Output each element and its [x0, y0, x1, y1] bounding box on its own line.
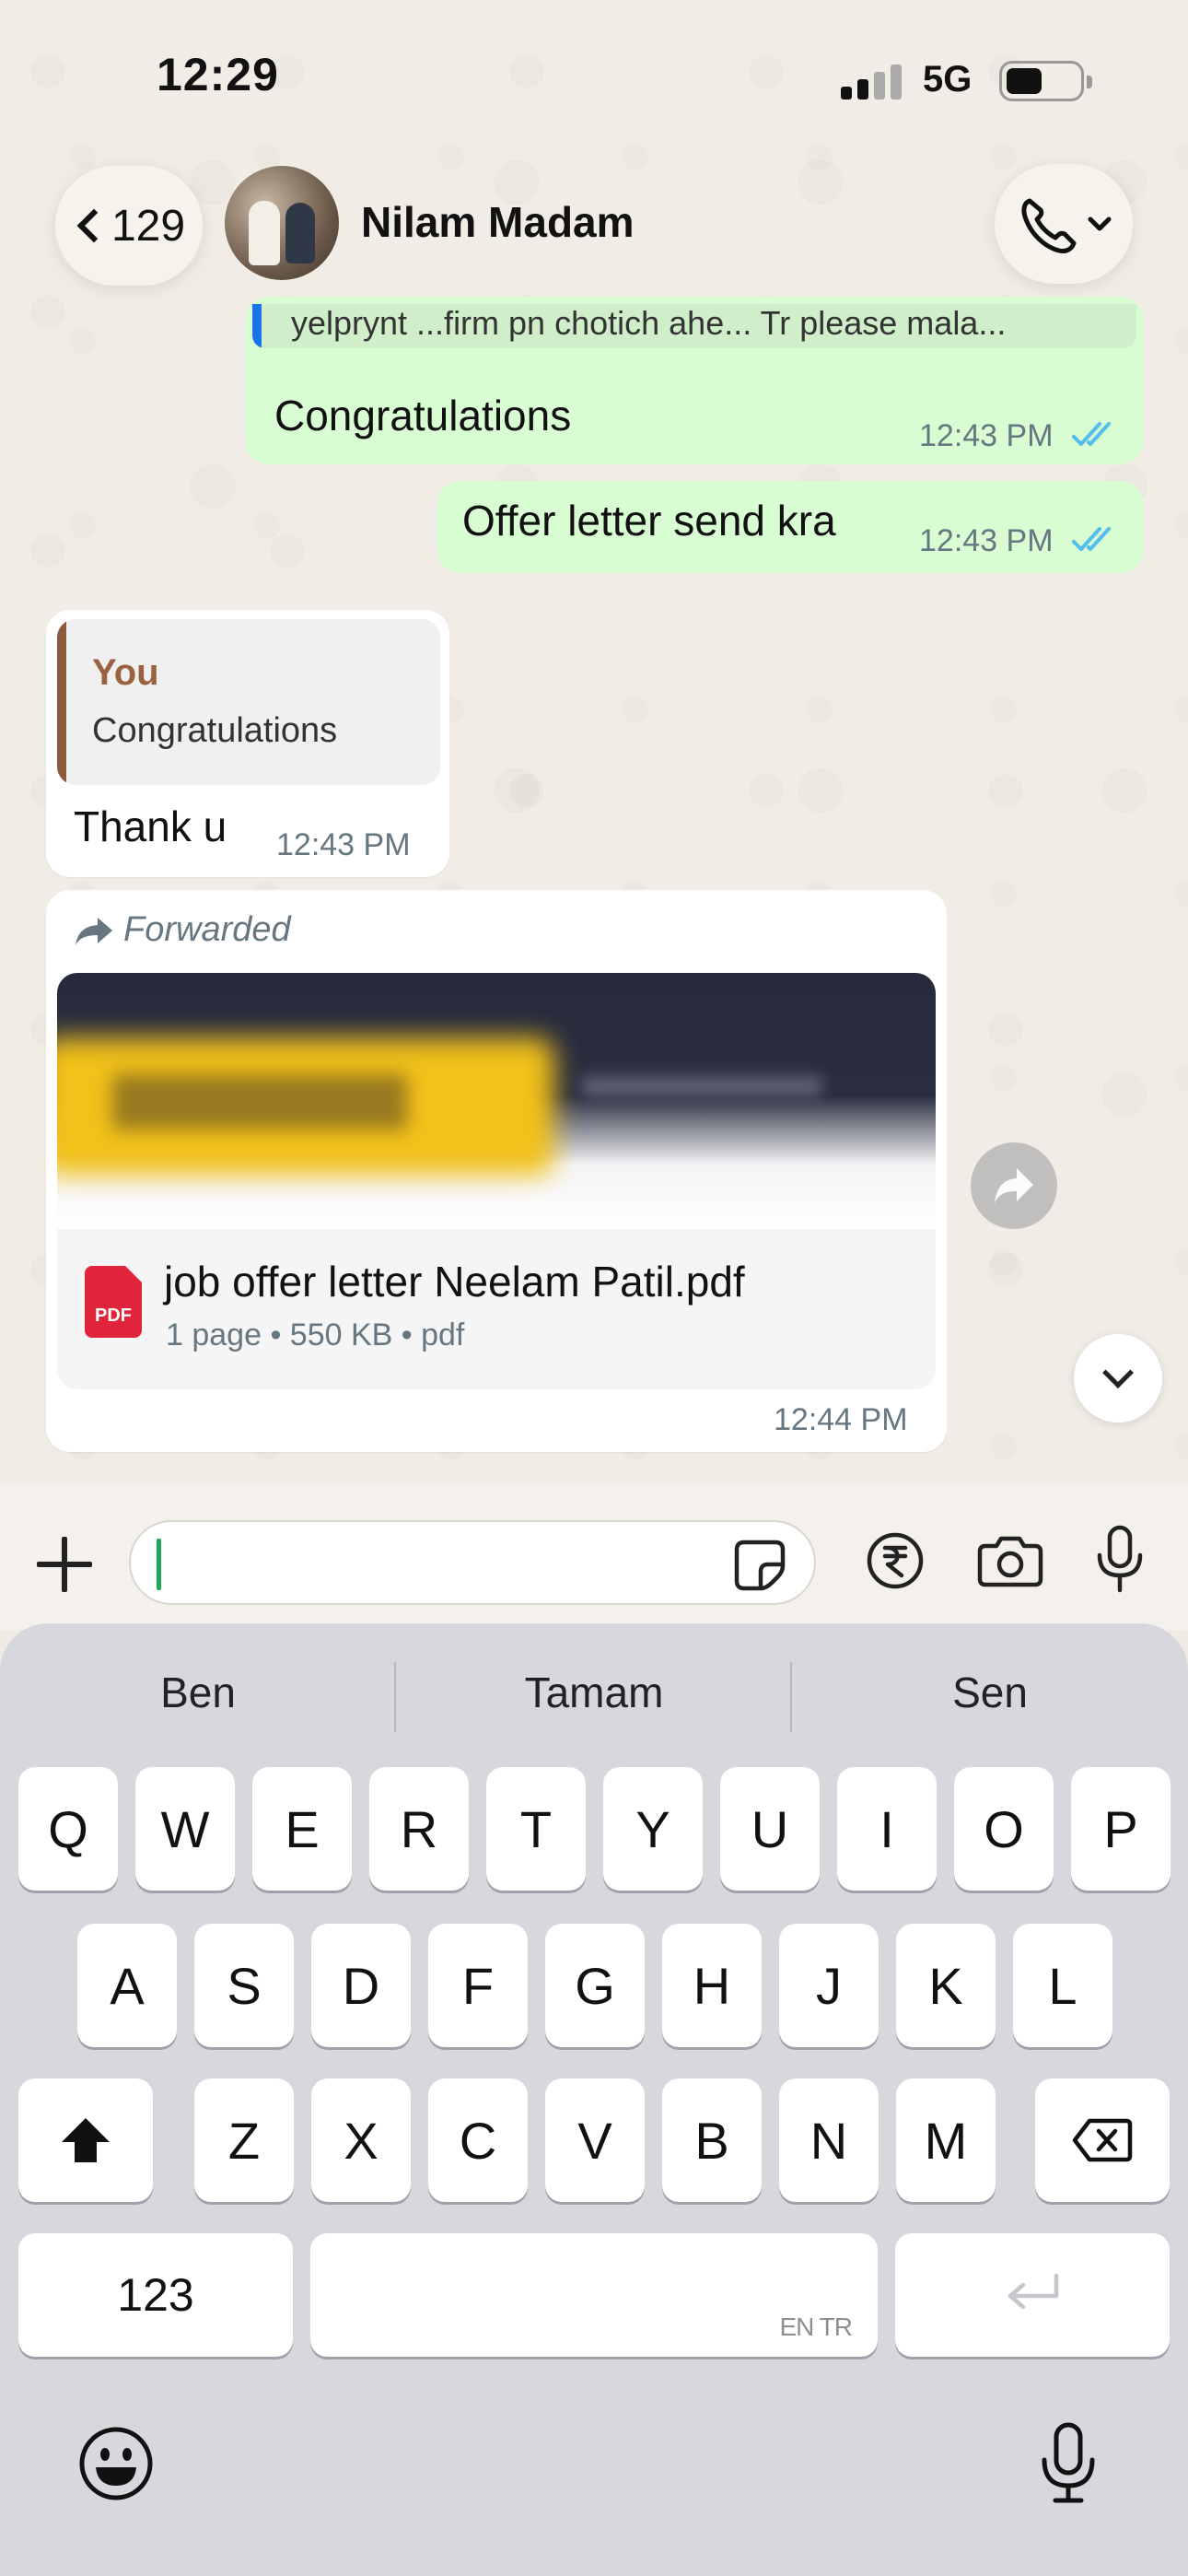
key-u[interactable]: U	[720, 1767, 820, 1891]
space-key[interactable]: EN TR	[310, 2233, 878, 2357]
key-a[interactable]: A	[77, 1924, 177, 2047]
message-text: Thank u	[74, 802, 227, 850]
emoji-icon[interactable]	[77, 2425, 155, 2502]
unread-count: 129	[111, 201, 186, 251]
message-input[interactable]	[129, 1520, 816, 1605]
rupee-icon[interactable]	[866, 1531, 925, 1590]
key-v[interactable]: V	[545, 2078, 645, 2202]
message-text: Congratulations	[274, 392, 572, 439]
message-time: 12:44 PM	[774, 1402, 908, 1437]
quoted-message[interactable]: yelprynt ...firm pn chotich ahe... Tr pl…	[252, 304, 1136, 348]
document-meta: 1 page • 550 KB • pdf	[166, 1317, 465, 1352]
keyboard: Ben Tamam Sen Q W E R T Y U I O P A S D …	[0, 1623, 1188, 2576]
document-preview[interactable]	[57, 973, 936, 1229]
signal-icon	[841, 63, 905, 100]
sticker-icon[interactable]	[733, 1539, 786, 1592]
key-n[interactable]: N	[779, 2078, 879, 2202]
network-type: 5G	[923, 59, 973, 100]
return-icon	[1007, 2273, 1059, 2310]
message-text: Offer letter send kra	[462, 497, 836, 544]
reply-quote[interactable]: You Congratulations	[57, 619, 440, 785]
battery-icon	[999, 61, 1092, 101]
back-button[interactable]: 129	[55, 166, 203, 286]
key-w[interactable]: W	[135, 1767, 235, 1891]
key-x[interactable]: X	[311, 2078, 411, 2202]
key-q[interactable]: Q	[18, 1767, 118, 1891]
key-l[interactable]: L	[1013, 1924, 1112, 2047]
key-t[interactable]: T	[486, 1767, 586, 1891]
message-time: 12:43 PM	[919, 523, 1054, 558]
pdf-file-icon: PDF	[85, 1266, 142, 1338]
reply-author: You	[92, 652, 159, 693]
double-check-icon	[1072, 422, 1111, 446]
phone-icon	[1021, 198, 1112, 253]
key-m[interactable]: M	[896, 2078, 996, 2202]
suggestion-item[interactable]: Tamam	[396, 1668, 792, 1717]
chevron-left-icon	[76, 208, 111, 243]
reply-text: Congratulations	[92, 711, 338, 750]
key-h[interactable]: H	[662, 1924, 762, 2047]
key-s[interactable]: S	[194, 1924, 294, 2047]
message-input-bar	[0, 1483, 1188, 1631]
suggestion-item[interactable]: Sen	[792, 1668, 1188, 1717]
camera-icon[interactable]	[976, 1533, 1044, 1588]
key-b[interactable]: B	[662, 2078, 762, 2202]
key-d[interactable]: D	[311, 1924, 411, 2047]
shift-arrow-icon	[62, 2118, 110, 2162]
text-caret	[157, 1539, 161, 1590]
contact-avatar[interactable]	[225, 166, 339, 280]
key-r[interactable]: R	[369, 1767, 469, 1891]
chevron-down-icon	[1102, 1357, 1134, 1388]
call-button[interactable]	[995, 164, 1133, 284]
microphone-icon[interactable]	[1094, 1524, 1146, 1594]
key-f[interactable]: F	[428, 1924, 528, 2047]
key-p[interactable]: P	[1071, 1767, 1171, 1891]
document-info[interactable]	[57, 1229, 936, 1389]
status-bar: 12:29 5G	[0, 0, 1188, 157]
key-o[interactable]: O	[954, 1767, 1054, 1891]
return-key[interactable]	[895, 2233, 1170, 2357]
document-name: job offer letter Neelam Patil.pdf	[164, 1258, 745, 1306]
key-z[interactable]: Z	[194, 2078, 294, 2202]
key-g[interactable]: G	[545, 1924, 645, 2047]
backspace-icon	[1072, 2118, 1133, 2162]
dictation-microphone-icon[interactable]	[1039, 2421, 1098, 2506]
key-y[interactable]: Y	[603, 1767, 703, 1891]
status-time: 12:29	[157, 49, 279, 100]
plus-icon[interactable]	[35, 1535, 94, 1594]
suggestion-bar: Ben Tamam Sen	[0, 1623, 1188, 1762]
key-i[interactable]: I	[837, 1767, 937, 1891]
scroll-to-bottom-button[interactable]	[1074, 1334, 1162, 1423]
share-arrow-icon	[995, 1168, 1033, 1203]
contact-name[interactable]: Nilam Madam	[361, 197, 635, 247]
key-j[interactable]: J	[779, 1924, 879, 2047]
chevron-down-icon	[1088, 217, 1112, 231]
backspace-key[interactable]	[1035, 2078, 1170, 2202]
space-language-hint: EN TR	[779, 2313, 853, 2341]
key-e[interactable]: E	[252, 1767, 352, 1891]
key-c[interactable]: C	[428, 2078, 528, 2202]
double-check-icon	[1072, 527, 1111, 551]
forward-arrow-icon	[76, 918, 112, 945]
message-time: 12:43 PM	[276, 827, 411, 862]
numbers-key[interactable]: 123	[18, 2233, 293, 2357]
shift-key[interactable]	[18, 2078, 153, 2202]
message-time: 12:43 PM	[919, 418, 1054, 453]
quoted-text: yelprynt ...firm pn chotich ahe... Tr pl…	[291, 304, 1007, 342]
key-k[interactable]: K	[896, 1924, 996, 2047]
forwarded-label: Forwarded	[123, 910, 291, 949]
suggestion-item[interactable]: Ben	[0, 1668, 396, 1717]
forward-button[interactable]	[971, 1142, 1057, 1229]
